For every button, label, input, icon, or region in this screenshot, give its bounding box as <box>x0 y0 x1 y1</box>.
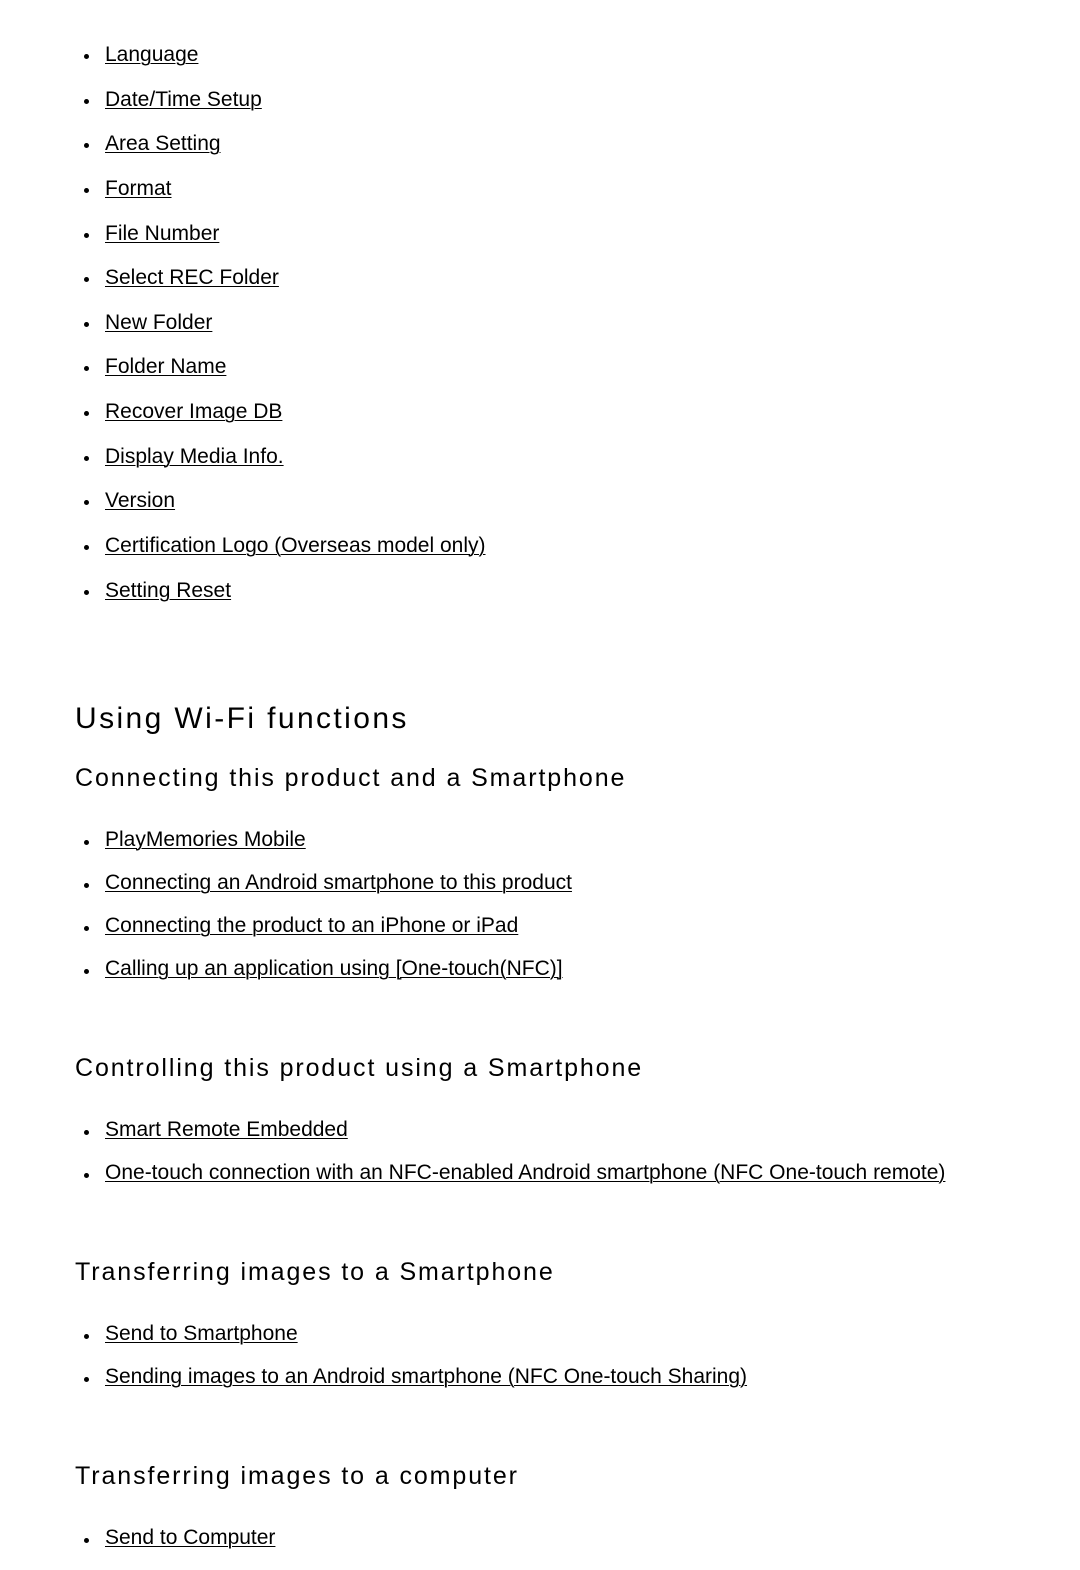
list-item: Send to Computer <box>75 1526 1035 1549</box>
link-smart-remote-embedded[interactable]: Smart Remote Embedded <box>105 1118 348 1141</box>
section-link-list-connecting: PlayMemories Mobile Connecting an Androi… <box>75 829 1035 980</box>
list-item: Setting Reset <box>75 579 1035 602</box>
section-link-list-transferring-smartphone: Send to Smartphone Sending images to an … <box>75 1322 1035 1388</box>
list-item: New Folder <box>75 311 1035 334</box>
list-item: Folder Name <box>75 356 1035 378</box>
list-item: Date/Time Setup <box>75 88 1035 111</box>
settings-link-setting-reset[interactable]: Setting Reset <box>105 579 231 602</box>
list-item: Connecting an Android smartphone to this… <box>75 872 1035 894</box>
section-heading-transferring-images-smartphone: Transferring images to a Smartphone <box>75 1258 555 1287</box>
list-item: Display Media Info. <box>75 445 1035 468</box>
list-item: File Number <box>75 222 1035 245</box>
settings-link-certification-logo[interactable]: Certification Logo (Overseas model only) <box>105 534 486 557</box>
settings-link-list: Language Date/Time Setup Area Setting Fo… <box>75 43 1035 602</box>
list-item: Send to Smartphone <box>75 1322 1035 1345</box>
list-item: Version <box>75 490 1035 512</box>
page-title: Using Wi-Fi functions <box>75 702 409 736</box>
settings-link-file-number[interactable]: File Number <box>105 222 219 245</box>
document-page: Language Date/Time Setup Area Setting Fo… <box>0 0 1080 1548</box>
settings-link-version[interactable]: Version <box>105 489 175 512</box>
settings-link-display-media-info[interactable]: Display Media Info. <box>105 445 284 468</box>
settings-link-format[interactable]: Format <box>105 177 172 200</box>
list-item: Connecting the product to an iPhone or i… <box>75 915 1035 937</box>
list-item: Smart Remote Embedded <box>75 1118 1035 1141</box>
settings-link-area-setting[interactable]: Area Setting <box>105 132 221 155</box>
link-playmemories-mobile[interactable]: PlayMemories Mobile <box>105 828 306 851</box>
section-link-list-transferring-computer: Send to Computer <box>75 1526 1035 1549</box>
settings-link-select-rec-folder[interactable]: Select REC Folder <box>105 266 279 289</box>
section-heading-transferring-images-computer: Transferring images to a computer <box>75 1461 519 1490</box>
link-connecting-iphone-ipad[interactable]: Connecting the product to an iPhone or i… <box>105 914 518 937</box>
page-content: Language Date/Time Setup Area Setting Fo… <box>75 43 1035 1570</box>
list-item: One-touch connection with an NFC-enabled… <box>75 1162 1035 1184</box>
settings-link-recover-image-db[interactable]: Recover Image DB <box>105 400 282 423</box>
settings-link-folder-name[interactable]: Folder Name <box>105 355 226 378</box>
list-item: Format <box>75 177 1035 200</box>
settings-link-language[interactable]: Language <box>105 43 198 66</box>
list-item: Language <box>75 43 1035 66</box>
list-item: Certification Logo (Overseas model only) <box>75 535 1035 557</box>
link-connecting-android-smartphone[interactable]: Connecting an Android smartphone to this… <box>105 871 572 894</box>
list-item: Sending images to an Android smartphone … <box>75 1365 1035 1388</box>
link-send-to-smartphone[interactable]: Send to Smartphone <box>105 1322 298 1345</box>
list-item: PlayMemories Mobile <box>75 829 1035 851</box>
list-item: Recover Image DB <box>75 401 1035 423</box>
link-send-to-computer[interactable]: Send to Computer <box>105 1526 275 1549</box>
settings-link-new-folder[interactable]: New Folder <box>105 311 212 334</box>
section-link-list-controlling: Smart Remote Embedded One-touch connecti… <box>75 1118 1035 1184</box>
link-sending-images-nfc-sharing[interactable]: Sending images to an Android smartphone … <box>105 1365 747 1388</box>
list-item: Calling up an application using [One-tou… <box>75 958 1035 980</box>
list-item: Select REC Folder <box>75 267 1035 289</box>
section-heading-controlling-product-smartphone: Controlling this product using a Smartph… <box>75 1054 644 1083</box>
link-one-touch-connection-nfc-remote[interactable]: One-touch connection with an NFC-enabled… <box>105 1161 945 1184</box>
link-calling-up-application-nfc[interactable]: Calling up an application using [One-tou… <box>105 957 563 980</box>
section-heading-connecting-product-smartphone: Connecting this product and a Smartphone <box>75 764 627 793</box>
list-item: Area Setting <box>75 133 1035 155</box>
settings-link-date-time-setup[interactable]: Date/Time Setup <box>105 88 262 111</box>
